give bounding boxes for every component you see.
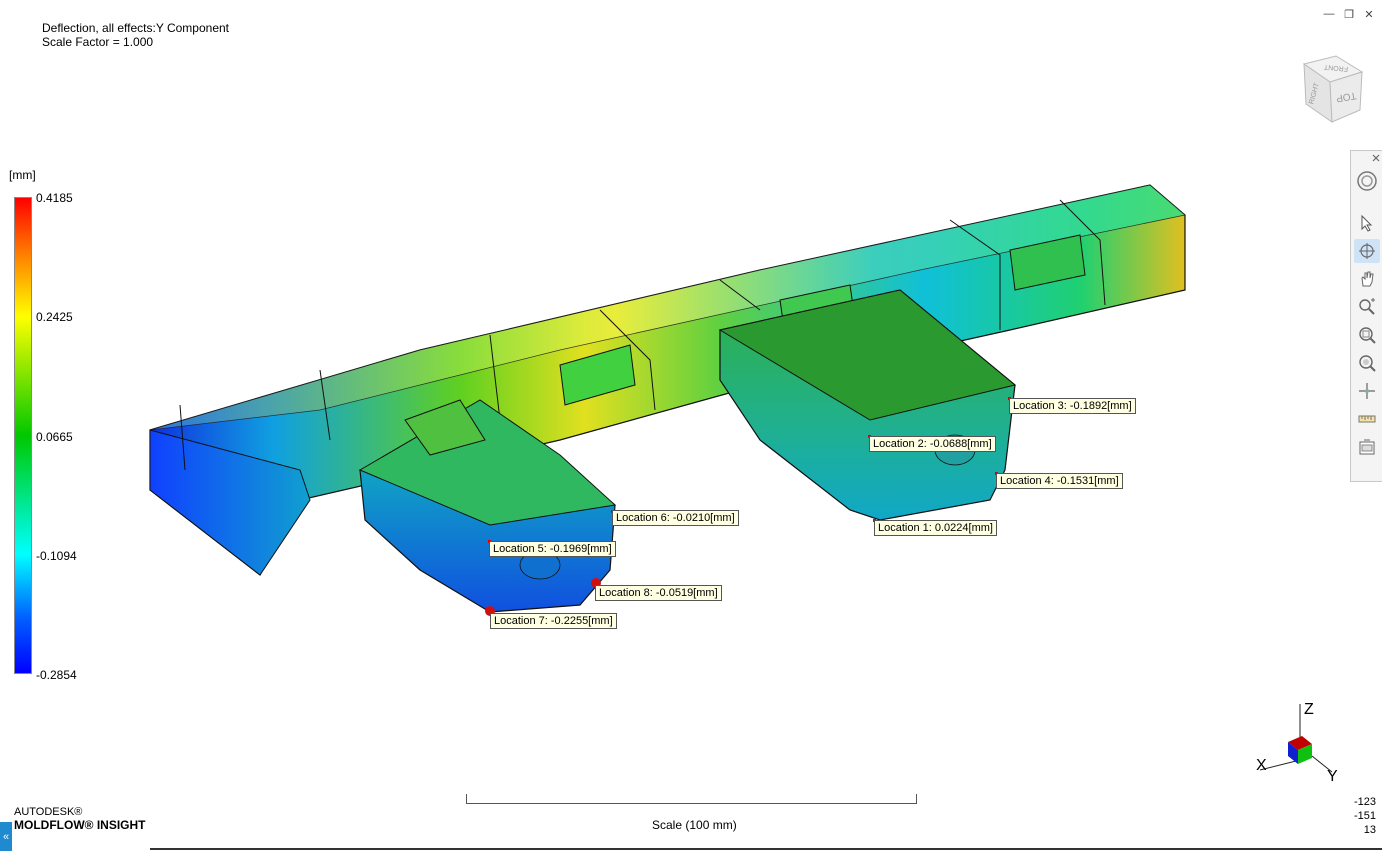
brand-line-2: MOLDFLOW® INSIGHT bbox=[14, 818, 146, 832]
probe-label-3[interactable]: Location 3: -0.1892[mm] bbox=[1009, 398, 1136, 414]
steering-wheel-icon[interactable] bbox=[1354, 169, 1380, 193]
coord-y: -151 bbox=[1353, 810, 1376, 822]
scale-label: Scale (100 mm) bbox=[652, 818, 737, 832]
axis-z-label: Z bbox=[1304, 701, 1314, 718]
probe-label-4[interactable]: Location 4: -0.1531[mm] bbox=[996, 473, 1123, 489]
axis-triad: Z X Y bbox=[1256, 701, 1338, 782]
axis-y-label: Y bbox=[1327, 768, 1338, 782]
probe-label-2[interactable]: Location 2: -0.0688[mm] bbox=[869, 436, 996, 452]
probe-label-5[interactable]: Location 5: -0.1969[mm] bbox=[489, 541, 616, 557]
toolbar-close-icon[interactable] bbox=[1354, 153, 1380, 163]
probe-label-1[interactable]: Location 1: 0.0224[mm] bbox=[874, 520, 997, 536]
rotate-icon[interactable] bbox=[1354, 239, 1380, 263]
side-panel-toggle[interactable]: « bbox=[0, 822, 12, 851]
zoom-window-icon[interactable] bbox=[1354, 323, 1380, 347]
probe-label-6[interactable]: Location 6: -0.0210[mm] bbox=[612, 510, 739, 526]
probe-label-7[interactable]: Location 7: -0.2255[mm] bbox=[490, 613, 617, 629]
pan-hand-icon[interactable] bbox=[1354, 267, 1380, 291]
cursor-coordinates: -123 -151 13 bbox=[1354, 795, 1376, 837]
zoom-icon[interactable] bbox=[1354, 295, 1380, 319]
probe-label-8[interactable]: Location 8: -0.0519[mm] bbox=[595, 585, 722, 601]
navigation-toolbar bbox=[1350, 150, 1382, 482]
center-icon[interactable] bbox=[1354, 379, 1380, 403]
coord-z: 13 bbox=[1363, 824, 1376, 836]
axis-x-label: X bbox=[1256, 757, 1267, 774]
select-pointer-icon[interactable] bbox=[1354, 211, 1380, 235]
viewcube[interactable]: FRONT RIGHT TOP bbox=[1296, 52, 1366, 124]
coord-x: -123 bbox=[1353, 796, 1376, 808]
zoom-extents-icon[interactable] bbox=[1354, 351, 1380, 375]
bottom-divider bbox=[150, 848, 1382, 850]
save-view-icon[interactable] bbox=[1354, 435, 1380, 459]
scale-bar bbox=[466, 794, 917, 804]
measure-icon[interactable] bbox=[1354, 407, 1380, 431]
autodesk-moldflow-logo: AUTODESK® MOLDFLOW® INSIGHT bbox=[14, 806, 146, 832]
part-model-viewport[interactable] bbox=[0, 0, 1382, 851]
